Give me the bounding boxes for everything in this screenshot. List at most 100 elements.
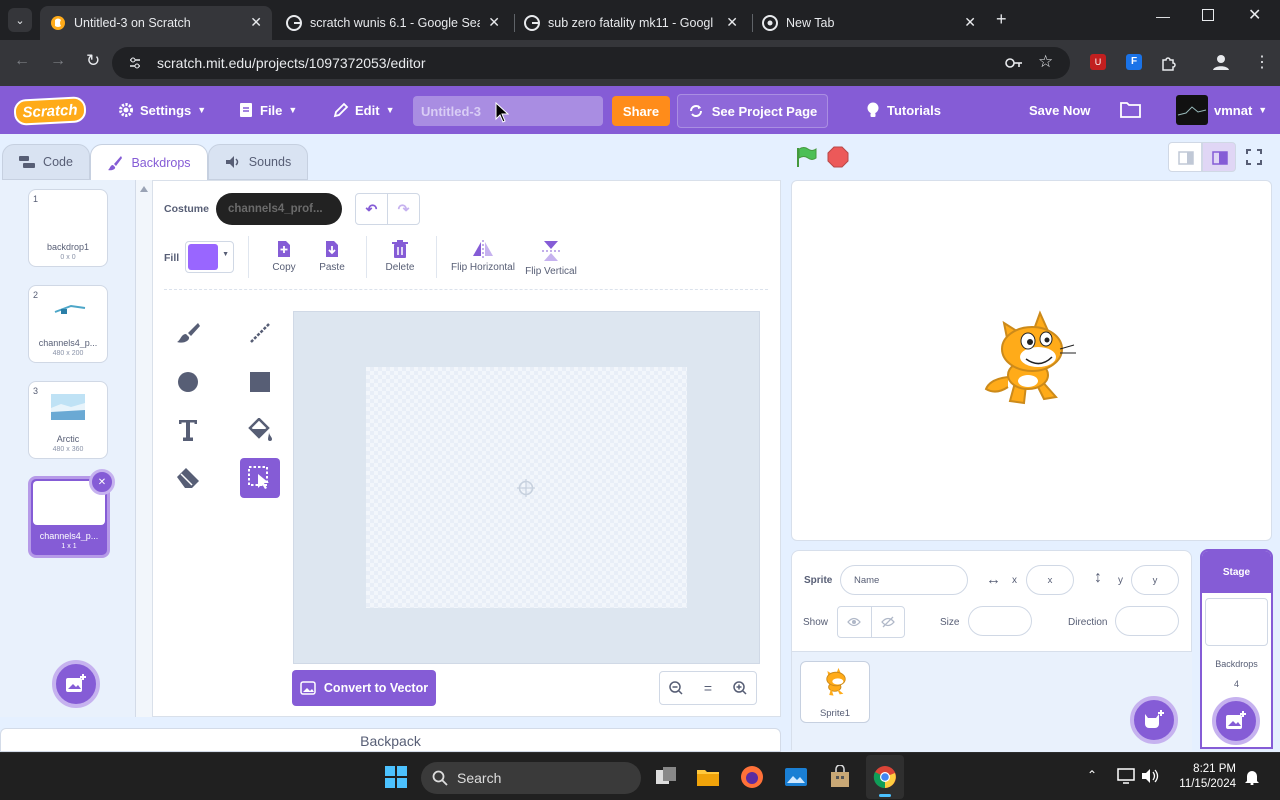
my-stuff-folder-icon[interactable] (1120, 101, 1141, 118)
close-icon[interactable]: ✕ (726, 14, 738, 31)
undo-icon[interactable]: ↶ (356, 194, 388, 224)
save-now-button[interactable]: Save Now (1029, 86, 1090, 134)
show-eye-icon[interactable] (838, 607, 872, 637)
circle-tool[interactable] (168, 362, 208, 402)
notification-bell-icon[interactable] (1244, 769, 1260, 785)
extensions-puzzle-icon[interactable] (1160, 54, 1178, 72)
window-close-icon[interactable]: ✕ (1248, 5, 1261, 25)
volume-icon[interactable] (1141, 768, 1159, 784)
site-info-icon[interactable] (128, 56, 142, 70)
chrome-menu-icon[interactable]: ⋮ (1254, 52, 1270, 72)
eraser-tool[interactable] (168, 458, 208, 498)
backdrop-tile[interactable]: 3 Arctic 480 x 360 (28, 381, 108, 459)
zoom-out-icon[interactable] (660, 672, 692, 704)
file-menu[interactable]: File ▼ (238, 86, 297, 134)
small-stage-button[interactable] (1168, 142, 1202, 172)
see-project-page-button[interactable]: See Project Page (677, 94, 828, 128)
sprite-tile[interactable]: Sprite1 (800, 661, 870, 723)
address-bar: ← → ↻ scratch.mit.edu/projects/109737205… (0, 40, 1280, 86)
convert-to-vector-button[interactable]: Convert to Vector (292, 670, 436, 706)
tab-search-icon[interactable]: ⌄ (8, 8, 32, 32)
scratch-logo[interactable]: Scratch (13, 96, 87, 126)
file-explorer-icon[interactable] (696, 765, 720, 789)
bookmark-star-icon[interactable]: ☆ (1038, 52, 1053, 72)
close-icon[interactable]: ✕ (488, 14, 500, 31)
hide-eye-icon[interactable] (872, 607, 905, 637)
flip-vertical-button[interactable]: Flip Vertical (520, 240, 582, 277)
extension-flag-icon[interactable]: F (1126, 54, 1142, 70)
flip-horizontal-button[interactable]: Flip Horizontal (446, 240, 520, 273)
profile-icon[interactable] (1212, 53, 1230, 71)
tab-google-2[interactable]: sub zero fatality mk11 - Googl ✕ (514, 6, 748, 40)
backdrop-tile[interactable]: 2 channels4_p... 480 x 200 (28, 285, 108, 363)
line-tool[interactable] (240, 313, 280, 353)
settings-menu[interactable]: Settings ▼ (118, 86, 206, 134)
choose-backdrop-button[interactable] (52, 660, 100, 708)
close-icon[interactable]: ✕ (250, 14, 262, 31)
tutorials-menu[interactable]: Tutorials (865, 86, 941, 134)
taskbar-search[interactable]: Search (421, 762, 641, 794)
fill-color-picker[interactable]: ▼ (185, 241, 234, 273)
direction-input[interactable] (1115, 606, 1179, 636)
paste-button[interactable]: Paste (314, 240, 350, 273)
restore-icon[interactable] (1202, 9, 1214, 21)
extension-ublock-icon[interactable]: U (1090, 54, 1106, 70)
rectangle-tool[interactable] (240, 362, 280, 402)
chrome-taskbar-button[interactable] (866, 755, 904, 799)
windows-start-icon[interactable] (385, 766, 407, 788)
normal-stage-button[interactable] (1202, 142, 1236, 172)
backdrop-tile[interactable]: 1 backdrop1 0 x 0 (28, 189, 108, 267)
tab-code[interactable]: Code (2, 144, 90, 180)
brush-tool[interactable] (168, 313, 208, 353)
green-flag-icon[interactable] (794, 146, 818, 168)
y-input[interactable]: y (1131, 565, 1179, 595)
taskbar-clock[interactable]: 8:21 PM 11/15/2024 (1179, 762, 1236, 792)
account-menu[interactable]: vmnat ▼ (1214, 86, 1267, 134)
scratch-cat-sprite[interactable] (980, 309, 1084, 415)
firefox-icon[interactable] (740, 765, 764, 789)
stage-target-panel[interactable]: Stage Backdrops 4 (1200, 549, 1273, 749)
new-tab-plus-icon[interactable]: + (996, 9, 1007, 30)
edit-menu[interactable]: Edit ▼ (333, 86, 394, 134)
redo-icon[interactable]: ↷ (388, 194, 419, 224)
delete-button[interactable]: Delete (382, 240, 418, 273)
sprite-name-input[interactable]: Name (840, 565, 968, 595)
zoom-in-icon[interactable] (724, 672, 756, 704)
password-key-icon[interactable] (1005, 56, 1023, 70)
tab-scratch[interactable]: Untitled-3 on Scratch ✕ (40, 6, 272, 40)
tab-backdrops[interactable]: Backdrops (90, 144, 208, 180)
select-tool[interactable] (240, 458, 280, 498)
choose-sprite-button[interactable] (1130, 696, 1178, 744)
costume-name-input[interactable]: channels4_prof... (216, 193, 342, 225)
avatar[interactable] (1176, 95, 1208, 125)
size-input[interactable] (968, 606, 1032, 636)
fullscreen-icon[interactable] (1246, 149, 1262, 165)
network-icon[interactable] (1117, 768, 1135, 784)
fill-tool[interactable] (240, 410, 280, 450)
share-button[interactable]: Share (612, 96, 670, 126)
reload-icon[interactable]: ↻ (86, 51, 100, 71)
url-field[interactable]: scratch.mit.edu/projects/1097372053/edit… (112, 47, 1070, 79)
minimize-icon[interactable]: — (1156, 8, 1170, 24)
stage[interactable] (791, 180, 1272, 541)
photos-icon[interactable] (784, 765, 808, 789)
forward-icon[interactable]: → (50, 52, 66, 70)
tab-google-1[interactable]: scratch wunis 6.1 - Google Sea ✕ (276, 6, 510, 40)
zoom-reset-button[interactable]: = (692, 672, 724, 704)
line-icon (250, 323, 270, 343)
stop-icon[interactable] (827, 146, 849, 168)
close-icon[interactable]: ✕ (964, 14, 976, 31)
text-tool[interactable] (168, 410, 208, 450)
tab-new-tab[interactable]: New Tab ✕ (752, 6, 986, 40)
list-scrollbar[interactable] (136, 180, 152, 717)
backpack-header[interactable]: Backpack (0, 728, 781, 752)
choose-backdrop-stage-button[interactable] (1212, 697, 1260, 745)
copy-button[interactable]: Copy (266, 240, 302, 273)
tab-sounds[interactable]: Sounds (208, 144, 308, 180)
task-view-icon[interactable] (654, 765, 678, 789)
store-icon[interactable] (828, 765, 852, 789)
chevron-up-icon[interactable]: ⌃ (1087, 768, 1097, 782)
back-icon[interactable]: ← (14, 52, 30, 70)
delete-backdrop-icon[interactable]: ✕ (89, 469, 115, 495)
x-input[interactable]: x (1026, 565, 1074, 595)
